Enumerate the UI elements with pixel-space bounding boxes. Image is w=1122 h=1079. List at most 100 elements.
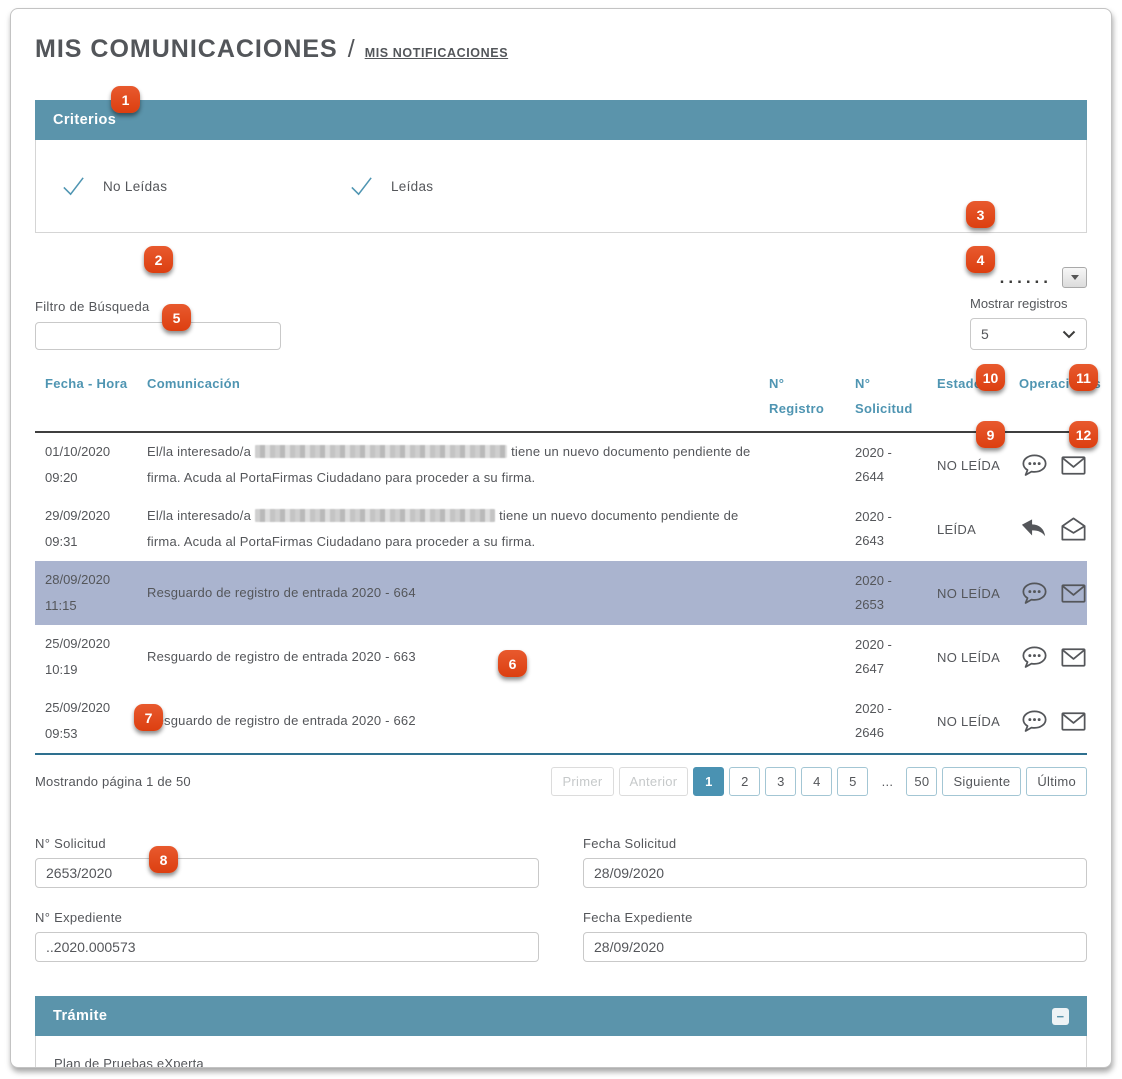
chevron-down-icon (1062, 330, 1076, 339)
checkbox-leidas[interactable]: Leídas (348, 173, 433, 200)
row-date: 29/09/202009:31 (45, 497, 133, 561)
title-separator: / (348, 35, 355, 64)
row-message: Resguardo de registro de entrada 2020 - … (147, 702, 755, 740)
annotation-badge-3: 3 (966, 201, 995, 228)
mail-open-icon[interactable] (1058, 514, 1089, 545)
mis-notificaciones-link[interactable]: MIS NOTIFICACIONES (365, 46, 508, 60)
comment-icon[interactable] (1019, 642, 1050, 673)
reply-icon[interactable] (1019, 514, 1050, 545)
col-comunicacion[interactable]: Comunicación (147, 372, 755, 431)
comment-icon[interactable] (1019, 450, 1050, 481)
mail-closed-icon[interactable] (1058, 642, 1089, 673)
checkbox-no-leidas[interactable]: No Leídas (60, 173, 348, 200)
row-registro (769, 715, 841, 727)
page-title: MIS COMUNICACIONES (35, 35, 338, 64)
row-registro (769, 523, 841, 535)
search-filter-input[interactable] (35, 322, 281, 350)
page-3-button[interactable]: 3 (765, 767, 796, 796)
table-row[interactable]: 25/09/202010:19 Resguardo de registro de… (35, 625, 1087, 689)
expediente-field[interactable] (35, 932, 539, 962)
criterios-title: Criterios (53, 112, 116, 128)
annotation-badge-6: 6 (498, 650, 527, 677)
mail-closed-icon[interactable] (1058, 706, 1089, 737)
collapse-icon[interactable]: − (1052, 1008, 1069, 1025)
solicitud-label: N° Solicitud (35, 836, 539, 851)
pagination-summary: Mostrando página 1 de 50 (35, 774, 191, 789)
mail-closed-icon[interactable] (1058, 450, 1089, 481)
detail-form: N° Solicitud Fecha Solicitud N° Expedien… (35, 836, 1087, 962)
row-solicitud: 2020 - 2646 (855, 691, 923, 752)
table-row[interactable]: 01/10/202009:20 El/la interesado/atiene … (35, 433, 1087, 497)
mail-closed-icon[interactable] (1058, 578, 1089, 609)
row-estado: LEÍDA (937, 512, 1005, 547)
page-first-button[interactable]: Primer (551, 767, 613, 796)
page-prev-button[interactable]: Anterior (619, 767, 689, 796)
checkmark-icon (60, 173, 87, 200)
row-message: El/la interesado/atiene un nuevo documen… (147, 433, 755, 497)
comment-icon[interactable] (1019, 706, 1050, 737)
page-4-button[interactable]: 4 (801, 767, 832, 796)
page-50-button[interactable]: 50 (906, 767, 937, 796)
show-records-value: 5 (981, 326, 989, 342)
annotation-badge-11: 11 (1069, 364, 1098, 391)
annotation-badge-12: 12 (1069, 421, 1098, 448)
fecha-solicitud-field[interactable] (583, 858, 1087, 888)
main-card: MIS COMUNICACIONES / MIS NOTIFICACIONES … (10, 8, 1112, 1068)
table-row[interactable]: 29/09/202009:31 El/la interesado/atiene … (35, 497, 1087, 561)
tramite-panel: Trámite − Plan de Pruebas eXperta (35, 996, 1087, 1068)
row-operations (1019, 508, 1089, 551)
page-next-button[interactable]: Siguiente (942, 767, 1021, 796)
col-fecha-hora[interactable]: Fecha - Hora (45, 372, 133, 431)
expediente-label: N° Expediente (35, 910, 539, 925)
row-registro (769, 459, 841, 471)
fecha-expediente-field[interactable] (583, 932, 1087, 962)
col-solicitud[interactable]: N° Solicitud (855, 372, 923, 431)
row-solicitud: 2020 - 2644 (855, 435, 923, 496)
show-records-select[interactable]: 5 (970, 318, 1087, 350)
row-operations (1019, 636, 1089, 679)
col-registro[interactable]: N° Registro (769, 372, 841, 431)
table-bottom-divider (35, 753, 1087, 755)
annotation-badge-9: 9 (976, 421, 1005, 448)
row-operations (1019, 572, 1089, 615)
row-estado: NO LEÍDA (937, 576, 1005, 611)
tramite-header[interactable]: Trámite − (35, 996, 1087, 1036)
row-date: 25/09/202009:53 (45, 689, 133, 753)
tramite-body: Plan de Pruebas eXperta (35, 1036, 1087, 1068)
comment-icon[interactable] (1019, 578, 1050, 609)
pager: Primer Anterior 1 2 3 4 5 ... 50 Siguien… (551, 767, 1087, 796)
tramite-content: Plan de Pruebas eXperta (54, 1056, 204, 1068)
dropdown-arrow-icon[interactable] (1062, 267, 1087, 288)
table-row-selected[interactable]: 28/09/202011:15 Resguardo de registro de… (35, 561, 1087, 625)
page-1-button[interactable]: 1 (693, 767, 724, 796)
row-solicitud: 2020 - 2643 (855, 499, 923, 560)
column-visibility-dots[interactable]: ...... (1000, 273, 1052, 283)
row-registro (769, 587, 841, 599)
table-controls: Filtro de Búsqueda ...... Mostrar regist… (35, 267, 1087, 350)
pagination-bar: Mostrando página 1 de 50 Primer Anterior… (35, 767, 1087, 796)
row-solicitud: 2020 - 2647 (855, 627, 923, 688)
checkbox-label: Leídas (391, 179, 433, 194)
page-last-button[interactable]: Último (1026, 767, 1087, 796)
checkmark-icon (348, 173, 375, 200)
row-registro (769, 651, 841, 663)
tramite-title: Trámite (53, 1008, 107, 1024)
row-estado: NO LEÍDA (937, 448, 1005, 483)
redacted-name (255, 509, 495, 522)
page-2-button[interactable]: 2 (729, 767, 760, 796)
row-estado: NO LEÍDA (937, 640, 1005, 675)
page-5-button[interactable]: 5 (837, 767, 868, 796)
communications-table: Fecha - Hora Comunicación N° Registro N°… (35, 372, 1087, 755)
criterios-panel: Criterios No Leídas Leídas (35, 100, 1087, 233)
fecha-expediente-label: Fecha Expediente (583, 910, 1087, 925)
annotation-badge-8: 8 (149, 846, 178, 873)
annotation-badge-7: 7 (134, 704, 163, 731)
annotation-badge-10: 10 (976, 364, 1005, 391)
row-operations (1019, 444, 1089, 487)
table-row[interactable]: 25/09/202009:53 Resguardo de registro de… (35, 689, 1087, 753)
solicitud-field[interactable] (35, 858, 539, 888)
row-message: El/la interesado/atiene un nuevo documen… (147, 497, 755, 561)
table-header-row: Fecha - Hora Comunicación N° Registro N°… (35, 372, 1087, 433)
annotation-badge-4: 4 (966, 246, 995, 273)
redacted-name (255, 445, 507, 458)
